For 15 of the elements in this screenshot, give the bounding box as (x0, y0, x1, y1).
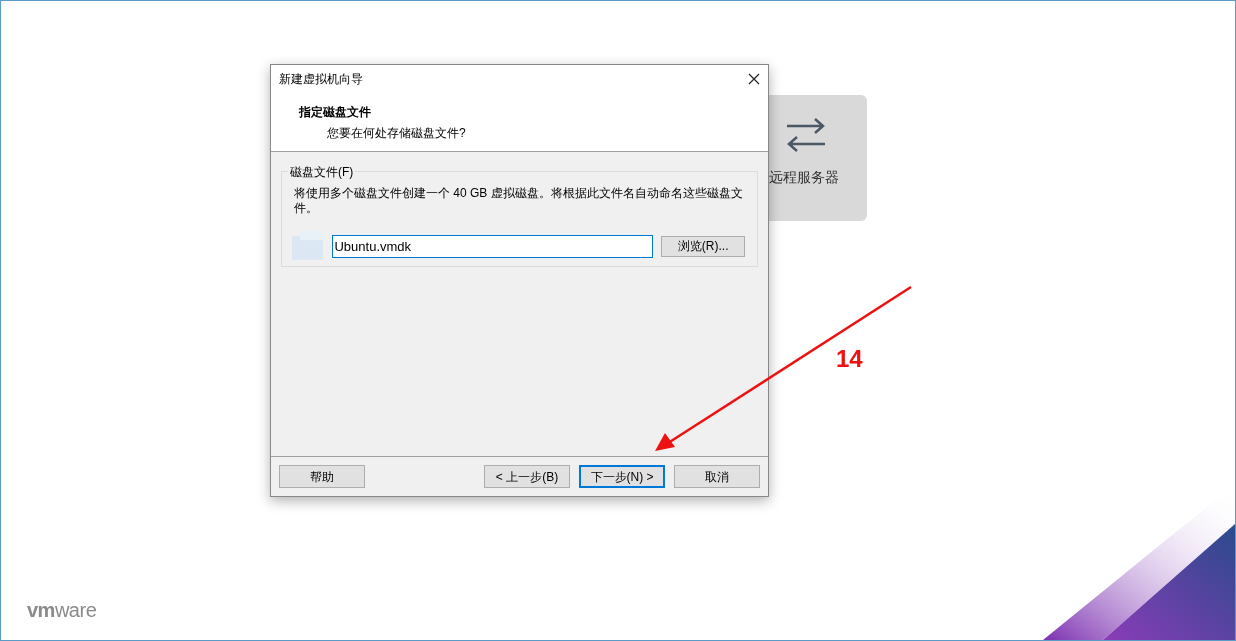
browse-button[interactable]: 浏览(R)... (661, 235, 745, 257)
help-button[interactable]: 帮助 (279, 465, 365, 488)
step-heading: 指定磁盘文件 (299, 104, 372, 121)
close-icon[interactable] (748, 72, 760, 85)
group-legend: 磁盘文件(F) (288, 163, 356, 181)
wizard-button[interactable]: < 上一步(B) (484, 465, 570, 488)
vmware-logo: vmware (27, 598, 97, 623)
window-title: 新建虚拟机向导 (279, 70, 363, 88)
card-label: 远程服务器 (769, 168, 839, 187)
step-question: 您要在何处存储磁盘文件? (326, 125, 467, 142)
wizard-button[interactable]: 下一步(N) > (579, 465, 665, 488)
step-number: 14 (836, 344, 863, 374)
transfer-arrows-icon (785, 117, 827, 153)
disk-file-field[interactable]: Ubuntu.vmdk (332, 234, 654, 258)
wizard-button[interactable]: 取消 (674, 465, 760, 488)
